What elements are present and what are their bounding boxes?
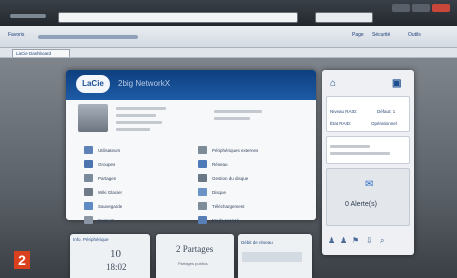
menu-item-label: Mode avancé [212, 217, 240, 223]
lacie-logo: LaCie [76, 75, 110, 93]
share-tool-icon[interactable]: ⚑ [352, 236, 359, 245]
menu-item-network[interactable]: Réseau [198, 158, 228, 170]
tab-lacie-dashboard[interactable]: LaCie Dashboard [12, 49, 70, 57]
menu-item-groups[interactable]: Groupes [84, 158, 115, 170]
menu-item-label: Gestion du disque [212, 175, 249, 181]
raid-state-label: État RAID: [330, 121, 352, 126]
page-menu[interactable]: Page [352, 32, 364, 38]
capacity-info-line [214, 110, 262, 113]
shares-widget: 2 Partages Partages publics [156, 234, 234, 278]
shares-subtitle: Partages publics [178, 261, 208, 266]
disk-icon [198, 174, 207, 182]
group-tool-icon[interactable]: ♟ [340, 236, 347, 245]
settings-icon[interactable]: ▣ [392, 78, 401, 89]
network-graph [242, 252, 302, 262]
menu-item-disk-management[interactable]: Gestion du disque [198, 172, 248, 184]
menu-item-label: Utilisateurs [98, 147, 121, 153]
raid-level-value: Défaut: 1 [377, 109, 396, 114]
menu-item-wiki[interactable]: Wiki Glacier [84, 186, 122, 198]
nav-buttons[interactable] [10, 14, 46, 18]
home-icon[interactable]: ⌂ [330, 78, 336, 89]
user-tool-icon[interactable]: ♟ [328, 236, 335, 245]
step-number-badge: 2 [14, 251, 30, 269]
favorites-links[interactable] [38, 35, 138, 39]
menu-item-label: Disque [212, 189, 227, 195]
nas-device-image [78, 104, 108, 132]
favorites-bar: Favoris Page Sécurité Outils [0, 26, 457, 48]
users-icon [84, 146, 93, 154]
menu-item-support[interactable]: Support [84, 214, 114, 226]
dashboard-header: LaCie 2big NetworkX [66, 70, 316, 100]
device-name: 2big NetworkX [118, 79, 171, 88]
drive-icon [198, 188, 207, 196]
external-devices-icon [198, 146, 207, 154]
menu-item-download[interactable]: Téléchargement [198, 200, 245, 212]
network-info-line [330, 145, 370, 148]
page-content: LaCie 2big NetworkX Utilisateurs Groupes… [0, 58, 457, 278]
support-icon [84, 216, 93, 224]
alerts-box: ✉ 0 Alerte(s) [326, 168, 410, 226]
wiki-icon [84, 188, 93, 196]
menu-item-drive[interactable]: Disque [198, 186, 226, 198]
menu-item-shares[interactable]: Partages [84, 172, 116, 184]
network-info-line [330, 152, 390, 155]
widget-title: Info. Périphérique [73, 237, 109, 242]
shares-count: 2 Partages [176, 244, 214, 254]
menu-item-label: Réseau [212, 161, 228, 167]
raid-status-box: Niveau RAID: Défaut: 1 État RAID: Opérat… [326, 96, 410, 132]
download-tool-icon[interactable]: ⇩ [366, 236, 373, 245]
favorites-button[interactable]: Favoris [8, 32, 24, 38]
time-value: 10 [110, 248, 121, 260]
status-sidebar: ⌂ ▣ Niveau RAID: Défaut: 1 État RAID: Op… [322, 70, 414, 255]
device-info-line [116, 121, 162, 124]
tab-bar: LaCie Dashboard [0, 48, 457, 58]
maximize-button[interactable] [412, 4, 430, 12]
menu-item-label: Partages [98, 175, 117, 181]
time-clock: 18:02 [106, 262, 127, 272]
alerts-count: 0 Alerte(s) [345, 201, 377, 208]
search-bar[interactable] [315, 12, 373, 23]
menu-item-label: Support [98, 217, 114, 223]
menu-item-label: Téléchargement [212, 203, 245, 209]
advanced-icon [198, 216, 207, 224]
device-info-widget: Info. Périphérique 10 18:02 [70, 234, 150, 278]
browser-title-bar [0, 0, 457, 26]
tools-menu[interactable]: Outils [408, 32, 421, 38]
security-menu[interactable]: Sécurité [372, 32, 390, 38]
menu-item-advanced-mode[interactable]: Mode avancé [198, 214, 239, 226]
alert-icon: ✉ [365, 179, 374, 190]
download-icon [198, 202, 207, 210]
address-bar[interactable] [58, 12, 298, 23]
raid-state-value: Opérationnel [371, 121, 397, 126]
menu-item-backup[interactable]: Sauvegarde [84, 200, 122, 212]
raid-level-label: Niveau RAID: [330, 109, 358, 114]
menu-item-external-devices[interactable]: Périphériques externes [198, 144, 258, 156]
network-widget: Débit de réseau [238, 234, 312, 278]
widget-title: Débit de réseau [241, 240, 273, 245]
backup-icon [84, 202, 93, 210]
device-info-line [116, 114, 156, 117]
device-info-line [116, 107, 166, 110]
dashboard-panel: LaCie 2big NetworkX Utilisateurs Groupes… [66, 70, 316, 224]
capacity-info-line [214, 117, 250, 120]
menu-item-label: Périphériques externes [212, 147, 259, 153]
minimize-button[interactable] [392, 4, 410, 12]
groups-icon [84, 160, 93, 168]
menu-item-users[interactable]: Utilisateurs [84, 144, 120, 156]
menu-item-label: Sauvegarde [98, 203, 123, 209]
network-info-box [326, 136, 410, 164]
search-tool-icon[interactable]: ⌕ [380, 236, 384, 246]
network-icon [198, 160, 207, 168]
device-info-line [116, 128, 150, 131]
shares-icon [84, 174, 93, 182]
menu-item-label: Wiki Glacier [98, 189, 123, 195]
menu-item-label: Groupes [98, 161, 116, 167]
close-button[interactable] [432, 4, 450, 12]
